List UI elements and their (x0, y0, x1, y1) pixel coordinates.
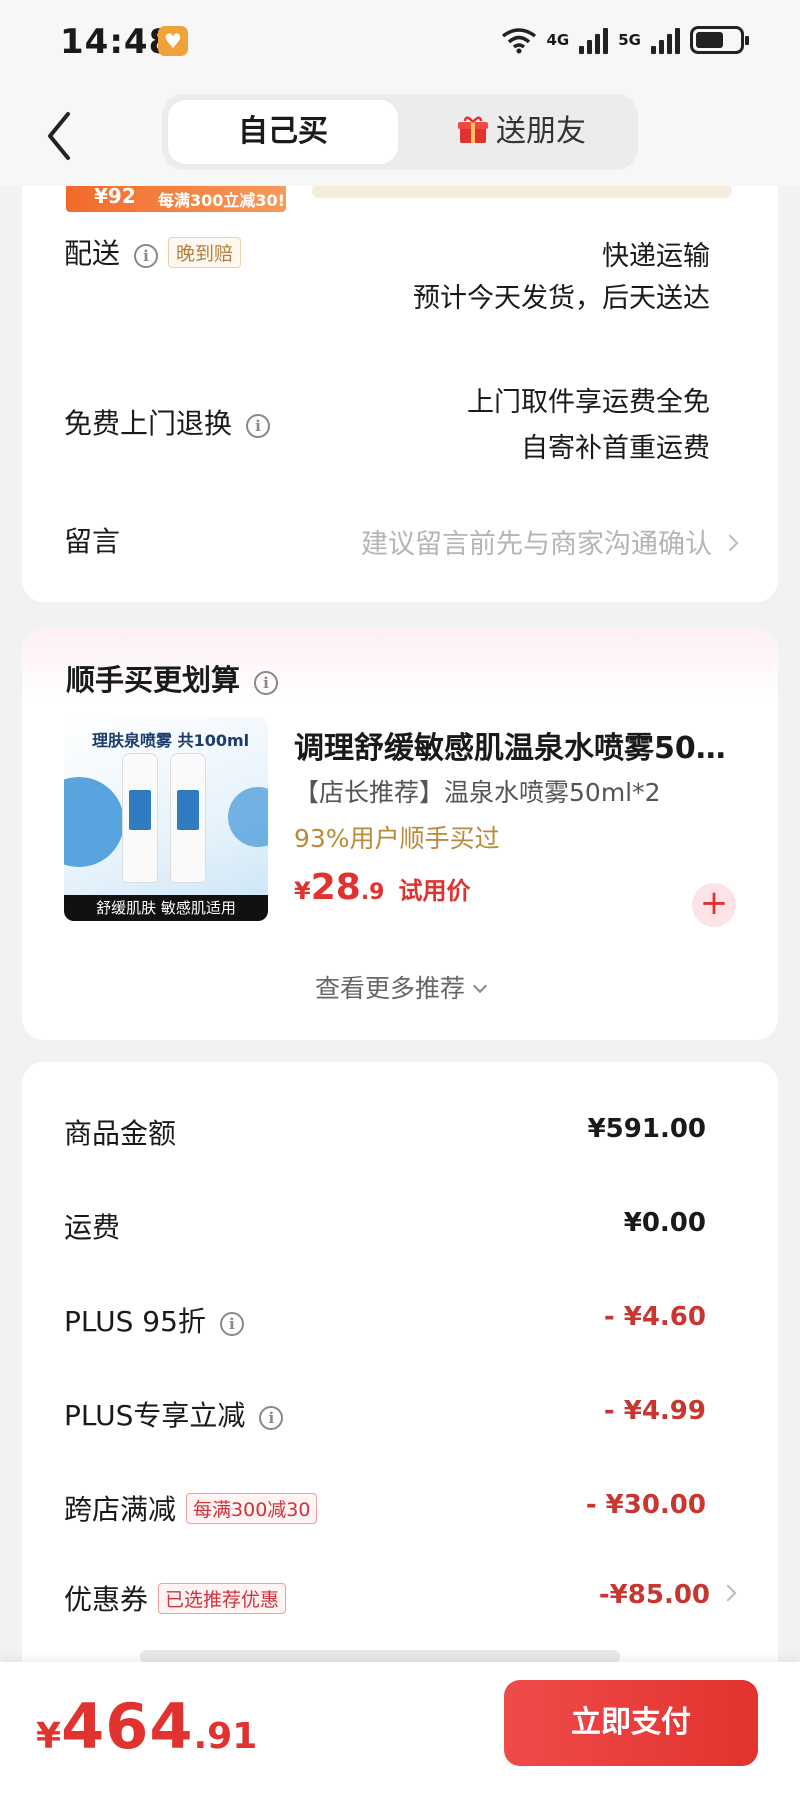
plus-exclusive-row: PLUS专享立减 i (64, 1394, 284, 1434)
delivery-label: 配送 (64, 237, 121, 270)
plus-discount-row: PLUS 95折 i (64, 1300, 244, 1340)
view-more-label: 查看更多推荐 (314, 974, 465, 1003)
purchase-mode-switch: 自己买 送朋友 (162, 94, 638, 170)
info-icon[interactable]: i (254, 671, 279, 695)
spray-bottle-icon (170, 753, 206, 883)
chevron-down-icon (472, 978, 488, 994)
app-heart-badge-icon: ♥ (158, 26, 188, 56)
coupon-label: 优惠券 (64, 1583, 149, 1616)
plus-icon: + (699, 883, 729, 923)
gift-icon (458, 103, 488, 143)
nav-bar: 自己买 送朋友 (0, 86, 800, 186)
recommendation-title: 顺手买更划算 i (66, 657, 279, 699)
coupon-tag: 已选推荐优惠 (158, 1583, 287, 1614)
total-int: 464 (61, 1690, 194, 1763)
status-bar: 14:48 ♥ 4G 5G (0, 0, 800, 86)
info-icon[interactable]: i (219, 1312, 244, 1336)
cross-store-value: - ¥30.00 (585, 1490, 706, 1520)
promo-offer: 每满300立减30! (158, 191, 285, 210)
network-5g-label: 5G (618, 31, 641, 49)
returns-row: 免费上门退换 i (64, 402, 271, 442)
clock: 14:48 (60, 22, 174, 62)
delivery-method: 快递运输 (602, 241, 710, 272)
order-info-card: ¥92 每满300立减30! 配送 i 晚到赔 快递运输 预计今天发货，后天送达 免… (22, 140, 778, 602)
pay-now-button[interactable]: 立即支付 (504, 1680, 758, 1766)
wifi-icon (501, 28, 536, 54)
plus-discount-label: PLUS 95折 (64, 1305, 206, 1338)
cross-store-label: 跨店满减 (64, 1493, 177, 1526)
info-icon[interactable]: i (246, 414, 271, 438)
recommendation-card: 顺手买更划算 i 理肤泉喷雾 共100ml 舒缓肌肤 敏感肌适用 调理舒缓敏感肌温… (22, 627, 778, 1040)
info-icon[interactable]: i (259, 1406, 284, 1430)
product-price: ¥28.9 试用价 (294, 867, 470, 908)
info-icon[interactable]: i (134, 244, 159, 268)
delivery-estimate: 预计今天发货，后天送达 (413, 283, 710, 314)
price-currency: ¥ (294, 877, 311, 905)
image-decor (228, 787, 268, 847)
message-field[interactable]: 建议留言前先与商家沟通确认 (361, 522, 739, 561)
product-image[interactable]: 理肤泉喷雾 共100ml 舒缓肌肤 敏感肌适用 (64, 717, 268, 921)
shipping-value: ¥0.00 (623, 1208, 706, 1238)
price-label: 试用价 (398, 877, 471, 905)
chevron-right-icon (719, 1584, 737, 1602)
coupon-value[interactable]: -¥85.00 (598, 1580, 737, 1610)
promo-price-fragment: ¥92 (94, 184, 136, 208)
add-to-order-button[interactable]: + (692, 883, 736, 927)
total-dec: .91 (193, 1716, 258, 1757)
cross-store-tag: 每满300减30 (186, 1493, 318, 1524)
view-more-recommendations[interactable]: 查看更多推荐 (22, 969, 778, 1005)
message-placeholder: 建议留言前先与商家沟通确认 (361, 529, 712, 560)
returns-label: 免费上门退换 (64, 407, 233, 440)
returns-pickup-text: 上门取件享运费全免 (467, 387, 710, 418)
goods-amount-label: 商品金额 (64, 1117, 177, 1150)
battery-level (696, 32, 723, 48)
back-button[interactable] (40, 106, 80, 166)
spray-bottle-icon (122, 753, 158, 883)
image-caption-top: 理肤泉喷雾 共100ml (92, 731, 250, 750)
image-decor (64, 777, 124, 867)
price-int: 28 (310, 867, 361, 908)
total-currency: ¥ (36, 1716, 62, 1757)
delivery-row: 配送 i 晚到赔 (64, 232, 242, 272)
signal-5g-icon (651, 26, 680, 54)
cross-store-row: 跨店满减 每满300减30 (64, 1488, 318, 1528)
battery-icon (690, 26, 749, 54)
tab-send-friend[interactable]: 送朋友 (412, 100, 632, 164)
promo-text-clipped (312, 184, 732, 198)
coupon-value-text: -¥85.00 (598, 1580, 710, 1610)
signal-4g-icon (579, 26, 609, 54)
plus-exclusive-value: - ¥4.99 (603, 1396, 706, 1426)
image-top-caption: 理肤泉喷雾 共100ml (64, 717, 268, 761)
image-caption-bottom: 舒缓肌肤 敏感肌适用 (64, 895, 268, 921)
shipping-label: 运费 (64, 1211, 121, 1244)
message-label: 留言 (64, 525, 121, 558)
product-stat: 93%用户顺手买过 (294, 824, 500, 853)
plus-exclusive-label: PLUS专享立减 (64, 1399, 246, 1432)
system-icons: 4G 5G (501, 26, 749, 54)
recommendation-title-text: 顺手买更划算 (66, 663, 241, 697)
chevron-right-icon (721, 534, 739, 552)
plus-discount-value: - ¥4.60 (603, 1302, 706, 1332)
returns-self-ship-text: 自寄补首重运费 (521, 433, 710, 464)
total-price: ¥464.91 (36, 1690, 257, 1763)
tab-send-friend-label: 送朋友 (496, 114, 586, 149)
checkout-bar: ¥464.91 立即支付 (0, 1662, 800, 1793)
coupon-row[interactable]: 优惠券 已选推荐优惠 (64, 1578, 287, 1618)
product-name[interactable]: 调理舒缓敏感肌温泉水喷雾50ml*2 (294, 723, 744, 767)
chevron-left-icon (48, 112, 70, 160)
price-dec: .9 (360, 880, 385, 905)
goods-amount-value: ¥591.00 (587, 1114, 706, 1144)
tab-buy-self[interactable]: 自己买 (168, 100, 398, 164)
late-compensation-badge[interactable]: 晚到赔 (168, 237, 242, 268)
product-subtitle: 【店长推荐】温泉水喷雾50ml*2 (294, 778, 661, 807)
network-4g-label: 4G (546, 31, 570, 49)
